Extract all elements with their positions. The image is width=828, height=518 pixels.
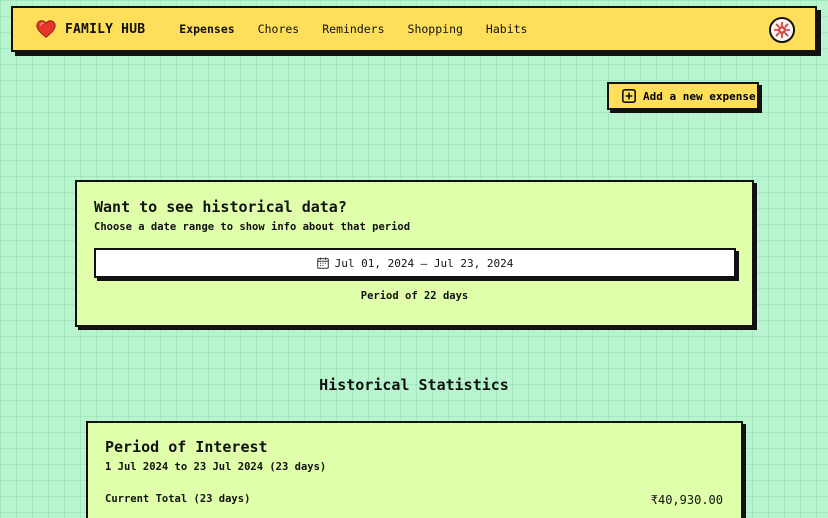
- add-expense-button[interactable]: Add a new expense: [607, 82, 759, 110]
- calendar-icon: [316, 257, 329, 269]
- date-range-text: Jul 01, 2024 – Jul 23, 2024: [334, 256, 514, 270]
- historical-data-subtitle: Choose a date range to show info about t…: [94, 221, 411, 233]
- nav-link-shopping[interactable]: Shopping: [408, 22, 463, 36]
- date-range-picker[interactable]: Jul 01, 2024 – Jul 23, 2024: [94, 248, 736, 278]
- add-expense-label: Add a new expense: [643, 89, 756, 103]
- heart-icon: [36, 20, 56, 38]
- brand[interactable]: FAMILY HUB: [35, 18, 145, 40]
- plus-square-icon: [622, 89, 636, 103]
- historical-data-title: Want to see historical data?: [94, 198, 347, 216]
- period-of-interest-range: 1 Jul 2024 to 23 Jul 2024 (23 days): [105, 461, 327, 473]
- current-total-value: ₹40,930.00: [650, 493, 723, 507]
- historical-data-card: Want to see historical data? Choose a da…: [75, 180, 754, 327]
- period-of-interest-title: Period of Interest: [105, 438, 268, 456]
- nav-link-chores[interactable]: Chores: [258, 22, 300, 36]
- period-days-text: Period of 22 days: [360, 290, 469, 302]
- brand-name: FAMILY HUB: [65, 21, 146, 37]
- avatar[interactable]: [769, 17, 795, 43]
- nav-link-reminders[interactable]: Reminders: [322, 22, 384, 36]
- nav-link-habits[interactable]: Habits: [486, 22, 528, 36]
- nav-links: Expenses Chores Reminders Shopping Habit…: [179, 22, 550, 36]
- top-navbar: FAMILY HUB Expenses Chores Reminders Sho…: [11, 6, 817, 52]
- nav-link-expenses[interactable]: Expenses: [179, 22, 234, 36]
- current-total-label: Current Total (23 days): [105, 493, 251, 505]
- period-of-interest-card: Period of Interest 1 Jul 2024 to 23 Jul …: [86, 421, 743, 518]
- historical-statistics-heading: Historical Statistics: [319, 376, 509, 394]
- avatar-icon: [771, 19, 793, 41]
